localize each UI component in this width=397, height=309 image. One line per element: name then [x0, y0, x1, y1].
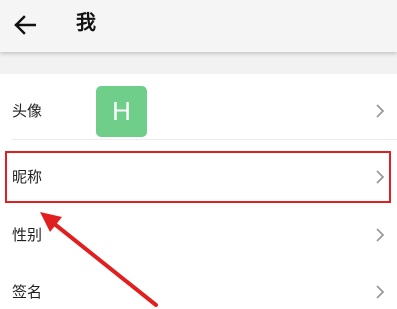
avatar-row[interactable]: 头像 — [0, 82, 397, 140]
page-title: 我 — [76, 10, 96, 34]
chevron-right-icon — [376, 285, 385, 299]
chevron-right-icon — [376, 228, 385, 242]
signature-row[interactable]: 签名 — [0, 263, 397, 309]
gender-row[interactable]: 性别 — [0, 206, 397, 264]
gender-row-label: 性别 — [12, 226, 43, 244]
back-button[interactable] — [8, 8, 42, 42]
highlight-box — [5, 151, 391, 203]
avatar-initial: H — [112, 96, 131, 126]
arrow-left-icon — [14, 15, 36, 35]
top-app-bar: 我 — [0, 0, 397, 52]
avatar[interactable]: H — [96, 86, 147, 137]
chevron-right-icon — [376, 104, 385, 118]
signature-row-label: 签名 — [12, 283, 43, 301]
profile-screen: 我 头像 H 昵称 性别 签名 — [0, 0, 397, 309]
row-divider — [12, 139, 397, 140]
section-gap — [0, 52, 397, 74]
avatar-row-label: 头像 — [12, 102, 43, 120]
